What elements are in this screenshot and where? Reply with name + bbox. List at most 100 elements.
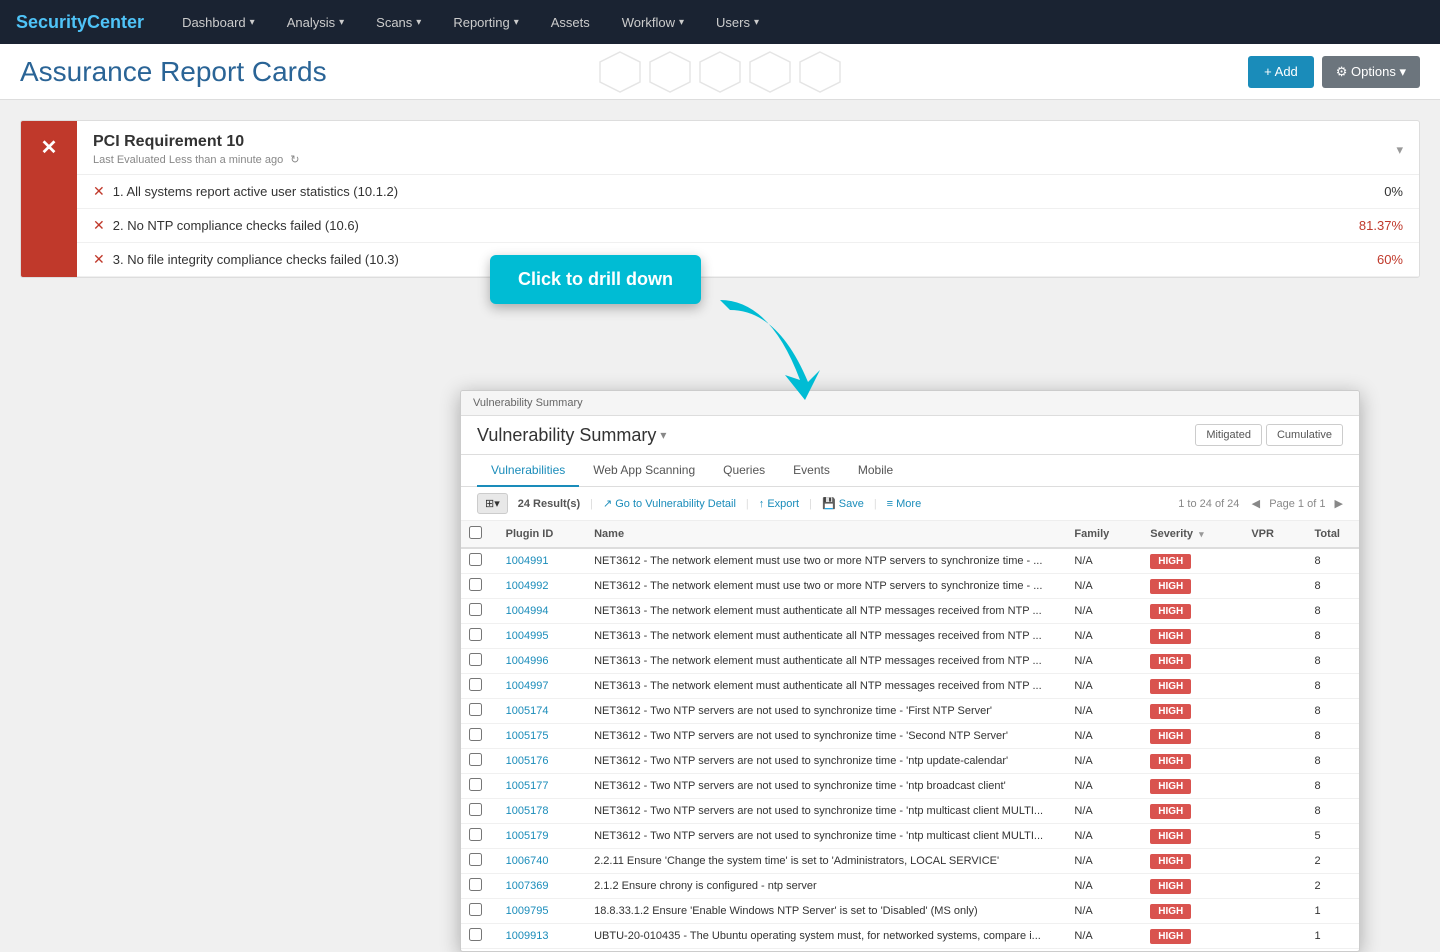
cumulative-toggle[interactable]: Cumulative (1266, 424, 1343, 446)
table-row[interactable]: 1005179 NET3612 - Two NTP servers are no… (461, 824, 1359, 849)
plugin-id-link-5[interactable]: 1004997 (506, 680, 549, 692)
col-header-name[interactable]: Name (586, 521, 1066, 548)
plugin-id-link-2[interactable]: 1004994 (506, 605, 549, 617)
plugin-id-link-8[interactable]: 1005176 (506, 755, 549, 767)
tab-events[interactable]: Events (779, 455, 844, 487)
table-header-row: Plugin ID Name Family Severity ▾ VPR Tot… (461, 521, 1359, 548)
tab-queries[interactable]: Queries (709, 455, 779, 487)
plugin-id-link-7[interactable]: 1005175 (506, 730, 549, 742)
tab-mobile[interactable]: Mobile (844, 455, 907, 487)
row-family-3: N/A (1066, 624, 1142, 649)
arc-row-3[interactable]: ✕ 3. No file integrity compliance checks… (77, 243, 1419, 277)
filter-icon[interactable]: ⊞▾ (477, 493, 508, 514)
plugin-id-link-3[interactable]: 1004995 (506, 630, 549, 642)
plugin-id-link-10[interactable]: 1005178 (506, 805, 549, 817)
col-header-family[interactable]: Family (1066, 521, 1142, 548)
plugin-id-link-6[interactable]: 1005174 (506, 705, 549, 717)
table-row[interactable]: 1005175 NET3612 - Two NTP servers are no… (461, 724, 1359, 749)
row-severity-0: HIGH (1142, 548, 1243, 574)
col-header-vpr[interactable]: VPR (1243, 521, 1306, 548)
table-row[interactable]: 1004991 NET3612 - The network element mu… (461, 548, 1359, 574)
chevron-down-icon[interactable]: ▾ (1396, 142, 1403, 158)
row-checkbox-4[interactable] (469, 653, 482, 666)
plugin-id-link-0[interactable]: 1004991 (506, 555, 549, 567)
save-action[interactable]: 💾 Save (822, 497, 864, 510)
row-checkbox-8[interactable] (469, 753, 482, 766)
table-row[interactable]: 1004997 NET3613 - The network element mu… (461, 674, 1359, 699)
row-checkbox-15[interactable] (469, 928, 482, 941)
row-checkbox-3[interactable] (469, 628, 482, 641)
col-header-severity[interactable]: Severity ▾ (1142, 521, 1243, 548)
refresh-icon[interactable]: ↻ (290, 154, 299, 166)
row-vpr-16 (1243, 949, 1306, 952)
row-checkbox-12[interactable] (469, 853, 482, 866)
plugin-id-link-11[interactable]: 1005179 (506, 830, 549, 842)
plugin-id-link-15[interactable]: 1009913 (506, 930, 549, 942)
export-action[interactable]: ↑ Export (759, 498, 799, 510)
row-checkbox-6[interactable] (469, 703, 482, 716)
plugin-id-link-14[interactable]: 1009795 (506, 905, 549, 917)
mitigated-toggle[interactable]: Mitigated (1195, 424, 1262, 446)
tab-web-app-scanning[interactable]: Web App Scanning (579, 455, 709, 487)
table-row[interactable]: 1004992 NET3612 - The network element mu… (461, 574, 1359, 599)
plugin-id-link-9[interactable]: 1005177 (506, 780, 549, 792)
nav-item-reporting[interactable]: Reporting ▾ (439, 9, 532, 36)
table-row[interactable]: 1005176 NET3612 - Two NTP servers are no… (461, 749, 1359, 774)
add-button[interactable]: + Add (1248, 56, 1314, 88)
nav-item-assets[interactable]: Assets (537, 9, 604, 36)
options-button[interactable]: ⚙ Options ▾ (1322, 56, 1420, 88)
next-page-icon[interactable]: ▶ (1335, 498, 1343, 510)
more-action[interactable]: ≡ More (887, 498, 922, 510)
drill-down-tooltip: Click to drill down (490, 255, 701, 304)
row-checkbox-11[interactable] (469, 828, 482, 841)
arc-row-1[interactable]: ✕ 1. All systems report active user stat… (77, 175, 1419, 209)
table-row[interactable]: 1010679 2.1.2 Ensure chrony is configure… (461, 949, 1359, 952)
row-name-16: 2.1.2 Ensure chrony is configured (586, 949, 1066, 952)
table-row[interactable]: 1004995 NET3613 - The network element mu… (461, 624, 1359, 649)
row-checkbox-2[interactable] (469, 603, 482, 616)
plugin-id-link-1[interactable]: 1004992 (506, 580, 549, 592)
nav-item-scans[interactable]: Scans ▾ (362, 9, 435, 36)
nav-item-workflow[interactable]: Workflow ▾ (608, 9, 698, 36)
row-name-12: 2.2.11 Ensure 'Change the system time' i… (586, 849, 1066, 874)
table-row[interactable]: 1004994 NET3613 - The network element mu… (461, 599, 1359, 624)
row-name-4: NET3613 - The network element must authe… (586, 649, 1066, 674)
row-checkbox-14[interactable] (469, 903, 482, 916)
row-family-16: N/A (1066, 949, 1142, 952)
table-row[interactable]: 1005177 NET3612 - Two NTP servers are no… (461, 774, 1359, 799)
table-row[interactable]: 1009913 UBTU-20-010435 - The Ubuntu oper… (461, 924, 1359, 949)
plugin-id-link-13[interactable]: 1007369 (506, 880, 549, 892)
nav-item-dashboard[interactable]: Dashboard ▾ (168, 9, 269, 36)
row-vpr-3 (1243, 624, 1306, 649)
row-checkbox-13[interactable] (469, 878, 482, 891)
row-checkbox-9[interactable] (469, 778, 482, 791)
row-pct-3: 60% (1377, 252, 1403, 267)
plugin-id-link-4[interactable]: 1004996 (506, 655, 549, 667)
plugin-id-link-12[interactable]: 1006740 (506, 855, 549, 867)
chevron-down-icon[interactable]: ▾ (660, 428, 666, 442)
nav-item-users[interactable]: Users ▾ (702, 9, 773, 36)
prev-page-icon[interactable]: ◀ (1252, 498, 1260, 510)
table-row[interactable]: 1007369 2.1.2 Ensure chrony is configure… (461, 874, 1359, 899)
row-checkbox-0[interactable] (469, 553, 482, 566)
table-row[interactable]: 1006740 2.2.11 Ensure 'Change the system… (461, 849, 1359, 874)
table-row[interactable]: 1005174 NET3612 - Two NTP servers are no… (461, 699, 1359, 724)
row-checkbox-7[interactable] (469, 728, 482, 741)
table-row[interactable]: 1004996 NET3613 - The network element mu… (461, 649, 1359, 674)
row-checkbox-5[interactable] (469, 678, 482, 691)
row-vpr-4 (1243, 649, 1306, 674)
goto-vuln-detail-action[interactable]: ↗ Go to Vulnerability Detail (603, 497, 736, 510)
select-all-checkbox[interactable] (469, 526, 482, 539)
arc-row-2[interactable]: ✕ 2. No NTP compliance checks failed (10… (77, 209, 1419, 243)
tab-vulnerabilities[interactable]: Vulnerabilities (477, 455, 579, 487)
nav-item-analysis[interactable]: Analysis ▾ (273, 9, 358, 36)
table-row[interactable]: 1009795 18.8.33.1.2 Ensure 'Enable Windo… (461, 899, 1359, 924)
row-checkbox-10[interactable] (469, 803, 482, 816)
row-name-3: NET3613 - The network element must authe… (586, 624, 1066, 649)
vuln-panel-topbar: Vulnerability Summary (461, 391, 1359, 416)
row-checkbox-1[interactable] (469, 578, 482, 591)
col-header-plugin-id[interactable]: Plugin ID (498, 521, 586, 548)
col-header-total[interactable]: Total (1307, 521, 1359, 548)
arc-card: ✕ PCI Requirement 10 Last Evaluated Less… (20, 120, 1420, 278)
arc-card-close-icon[interactable]: ✕ (41, 135, 58, 160)
